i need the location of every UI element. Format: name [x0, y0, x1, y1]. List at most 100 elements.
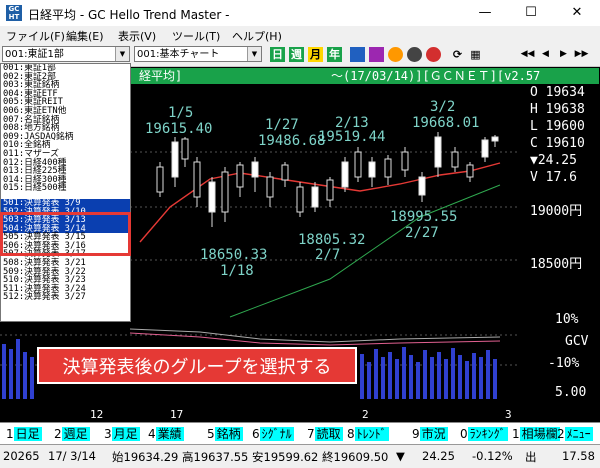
chevron-down-icon: ▼	[247, 47, 261, 61]
chart-header-right: ～(17/03/14)][ＧＣＮＥＴ][v2.57	[331, 69, 541, 83]
open-value: O 19634	[530, 85, 585, 100]
close-button[interactable]: ✕	[554, 0, 600, 26]
monthly-button[interactable]: 月	[308, 47, 323, 62]
osc-label-10: 10%	[555, 312, 579, 327]
low-date-2: 2/7	[315, 247, 341, 263]
low-date-3: 2/27	[405, 225, 439, 241]
menu-edit[interactable]: 編集(E)	[66, 28, 104, 44]
time-label-17: 17	[170, 408, 184, 421]
tab-11[interactable]: 2 ﾒﾆｭｰ	[557, 426, 593, 442]
status-high: 高19637.55	[182, 450, 249, 464]
tab-label: ﾒﾆｭｰ	[564, 427, 593, 441]
group-select[interactable]: 001:東証1部 ▼	[2, 46, 130, 62]
status-date: 17/ 3/14	[48, 449, 96, 463]
tab-key: 6	[252, 427, 260, 441]
peak-value-4: 19668.01	[412, 115, 480, 131]
instruction-callout: 決算発表後のグループを選択する	[37, 347, 357, 384]
chart-select[interactable]: 001:基本チャート ▼	[134, 46, 262, 62]
yearly-button[interactable]: 年	[327, 47, 342, 62]
tab-key: 1	[6, 427, 14, 441]
tab-key: 4	[148, 427, 156, 441]
tab-2[interactable]: 3 月足	[104, 426, 140, 442]
tab-key: 9	[412, 427, 420, 441]
gear-icon[interactable]	[388, 47, 403, 62]
grid-icon[interactable]: ▦	[468, 47, 483, 62]
tab-label: 読取	[314, 427, 343, 441]
time-label-2: 2	[362, 408, 369, 421]
peak-value-3: 19519.44	[318, 129, 386, 145]
peak-value-2: 19486.68	[258, 133, 326, 149]
tab-label: 月足	[111, 427, 140, 441]
status-close: 終19609.50	[322, 450, 389, 464]
time-label-3: 3	[505, 408, 512, 421]
search-icon[interactable]	[369, 47, 384, 62]
menu-help[interactable]: ヘルプ(H)	[232, 28, 282, 44]
group-dropdown-list[interactable]: 001:東証1部 002:東証2部 003:東証銘柄 004:東証ETF 005:東証R…	[0, 63, 131, 322]
volume-value: V 17.6	[530, 170, 577, 185]
chart-header: 経平均] ～(17/03/14)][ＧＣＮＥＴ][v2.57	[131, 68, 599, 84]
peak-date-4: 3/2	[430, 99, 456, 115]
status-change-arrow: ▼	[396, 449, 405, 463]
tab-label: 業績	[155, 427, 184, 441]
menu-view[interactable]: 表示(V)	[118, 28, 156, 44]
chart-select-value: 001:基本チャート	[137, 49, 220, 60]
low-date-1: 1/18	[220, 263, 254, 279]
tab-key: 0	[460, 427, 468, 441]
low-value: L 19600	[530, 119, 585, 134]
y-axis-label-19000: 19000円	[530, 204, 583, 219]
tab-0[interactable]: 1 日足	[6, 426, 42, 442]
window-title: 日経平均 - GC Hello Trend Master -	[28, 8, 230, 22]
tab-7[interactable]: 8 ﾄﾚﾝﾄﾞ	[347, 426, 389, 442]
tab-1[interactable]: 2 週足	[54, 426, 90, 442]
clock-icon[interactable]	[407, 47, 422, 62]
maximize-button[interactable]: ☐	[508, 0, 554, 26]
nav-first-button[interactable]: ◀◀	[520, 47, 535, 62]
tab-label: ﾄﾚﾝﾄﾞ	[354, 427, 389, 441]
close-value: C 19610	[530, 136, 585, 151]
nav-prev-button[interactable]: ◀	[538, 47, 553, 62]
low-value-2: 18805.32	[298, 232, 366, 248]
tab-4[interactable]: 5 銘柄	[207, 426, 243, 442]
menu-file[interactable]: ファイル(F)	[6, 28, 65, 44]
app-icon: GC HT	[6, 5, 22, 21]
osc-label-minus10: -10%	[548, 356, 580, 371]
tab-9[interactable]: 0 ﾗﾝｷﾝｸﾞ	[460, 426, 508, 442]
high-value: H 19638	[530, 102, 585, 117]
alert-icon[interactable]	[426, 47, 441, 62]
tab-6[interactable]: 7 読取	[307, 426, 343, 442]
tab-3[interactable]: 4 業績	[148, 426, 184, 442]
tab-5[interactable]: 6 ｼｸﾞﾅﾙ	[252, 426, 294, 442]
status-code: 20265	[3, 449, 40, 463]
tab-key: 8	[347, 427, 355, 441]
minimize-button[interactable]: —	[462, 0, 508, 26]
time-label-12: 12	[90, 408, 104, 421]
tab-8[interactable]: 9 市況	[412, 426, 448, 442]
status-bar: 20265 17/ 3/14 始19634.29 高19637.55 安1959…	[0, 444, 600, 468]
tab-key: 7	[307, 427, 315, 441]
tab-label: 日足	[13, 427, 42, 441]
dropdown-item[interactable]: 512:決算発表 3/27	[1, 293, 130, 302]
status-volume-label: 出	[525, 450, 537, 464]
low-value-3: 18995.55	[390, 209, 458, 225]
menu-tools[interactable]: ツール(T)	[172, 28, 220, 44]
tab-key: 2	[557, 427, 565, 441]
status-open: 始19634.29	[112, 450, 179, 464]
y-axis-label-18500: 18500円	[530, 257, 583, 272]
tab-key: 1	[512, 427, 520, 441]
nav-next-button[interactable]: ▶	[556, 47, 571, 62]
refresh-icon[interactable]: ⟳	[450, 47, 465, 62]
dropdown-item[interactable]: 015:日経500種	[1, 184, 130, 193]
tab-key: 2	[54, 427, 62, 441]
status-volume: 17.58	[562, 449, 595, 463]
chart-header-left: 経平均]	[139, 69, 183, 83]
peak-date-1: 1/5	[168, 105, 194, 121]
tab-10[interactable]: 1 相場欄	[512, 426, 560, 442]
daily-button[interactable]: 日	[270, 47, 285, 62]
nav-last-button[interactable]: ▶▶	[574, 47, 589, 62]
tab-label: 相場欄	[519, 427, 560, 441]
tab-label: ﾗﾝｷﾝｸﾞ	[467, 427, 508, 441]
chart-icon[interactable]	[350, 47, 365, 62]
tab-label: 銘柄	[214, 427, 243, 441]
time-axis: 12 17 2 3	[0, 408, 600, 422]
weekly-button[interactable]: 週	[289, 47, 304, 62]
